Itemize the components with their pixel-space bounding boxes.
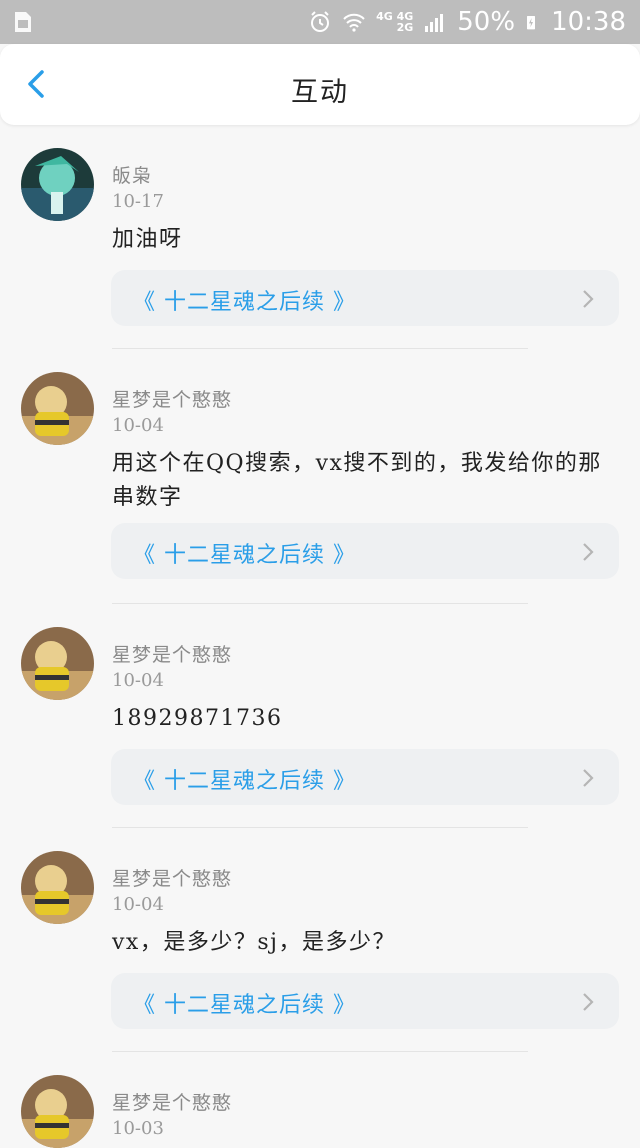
sim-icon — [15, 12, 31, 32]
story-title: 《 十二星魂之后续 》 — [133, 769, 356, 794]
network-indicator: 4G 4G 2G — [376, 11, 413, 33]
signal-icon — [425, 14, 444, 32]
chevron-right-icon — [583, 993, 594, 1011]
comment-text: 加油呀 — [112, 227, 183, 252]
list-item: 星梦是个憨憨 10-04 用这个在QQ搜索，vx搜不到的，我发给你的那串数字 《… — [0, 349, 640, 604]
comment-text: 用这个在QQ搜索，vx搜不到的，我发给你的那串数字 — [112, 451, 602, 510]
story-link-card[interactable]: 《 十二星魂之后续 》 — [111, 270, 619, 326]
status-icons: 4G 4G 2G 50% 10:38 — [308, 6, 626, 38]
avatar[interactable] — [21, 1075, 94, 1148]
avatar[interactable] — [21, 148, 94, 221]
story-title: 《 十二星魂之后续 》 — [133, 993, 356, 1018]
story-title: 《 十二星魂之后续 》 — [133, 290, 356, 315]
alarm-icon — [311, 11, 330, 32]
page-title: 互动 — [291, 77, 349, 108]
story-link-card[interactable]: 《 十二星魂之后续 》 — [111, 973, 619, 1029]
battery-charging-icon — [527, 16, 536, 30]
list-item: 星梦是个憨憨 10-04 vx，是多少？sj，是多少？ 《 十二星魂之后续 》 — [0, 828, 640, 1052]
avatar[interactable] — [21, 627, 94, 700]
author-name[interactable]: 皈枭 — [112, 161, 152, 188]
author-name[interactable]: 星梦是个憨憨 — [112, 640, 232, 667]
avatar-image — [21, 627, 94, 700]
chevron-right-icon — [583, 543, 594, 561]
interaction-list: 皈枭 10-17 加油呀 《 十二星魂之后续 》 星梦是个憨憨 10-04 用这… — [0, 125, 640, 1148]
story-link-card[interactable]: 《 十二星魂之后续 》 — [111, 523, 619, 579]
avatar-image — [21, 1075, 94, 1148]
author-name[interactable]: 星梦是个憨憨 — [112, 1088, 232, 1115]
chevron-right-icon — [583, 290, 594, 308]
story-title: 《 十二星魂之后续 》 — [133, 543, 356, 568]
avatar-image — [21, 851, 94, 924]
avatar[interactable] — [21, 372, 94, 445]
comment-date: 10-04 — [112, 415, 164, 436]
comment-text: vx，是多少？sj，是多少？ — [112, 930, 396, 955]
clock: 10:38 — [551, 7, 626, 37]
story-link-card[interactable]: 《 十二星魂之后续 》 — [111, 749, 619, 805]
comment-date: 10-17 — [112, 191, 164, 212]
chevron-right-icon — [583, 769, 594, 787]
avatar-image — [21, 148, 94, 221]
battery-percent: 50% — [457, 7, 516, 37]
comment-date: 10-03 — [112, 1118, 164, 1139]
status-bar: 4G 4G 2G 50% 10:38 — [0, 0, 640, 44]
list-item: 皈枭 10-17 加油呀 《 十二星魂之后续 》 — [0, 125, 640, 349]
list-item: 星梦是个憨憨 10-04 18929871736 《 十二星魂之后续 》 — [0, 604, 640, 828]
app-header: 互动 — [0, 44, 640, 125]
comment-text: 18929871736 — [112, 706, 283, 731]
author-name[interactable]: 星梦是个憨憨 — [112, 385, 232, 412]
comment-date: 10-04 — [112, 894, 164, 915]
comment-date: 10-04 — [112, 670, 164, 691]
wifi-icon — [343, 13, 365, 32]
avatar[interactable] — [21, 851, 94, 924]
avatar-image — [21, 372, 94, 445]
list-item: 星梦是个憨憨 10-03 — [0, 1052, 640, 1148]
author-name[interactable]: 星梦是个憨憨 — [112, 864, 232, 891]
network-bottom-label: 2G — [396, 21, 414, 34]
